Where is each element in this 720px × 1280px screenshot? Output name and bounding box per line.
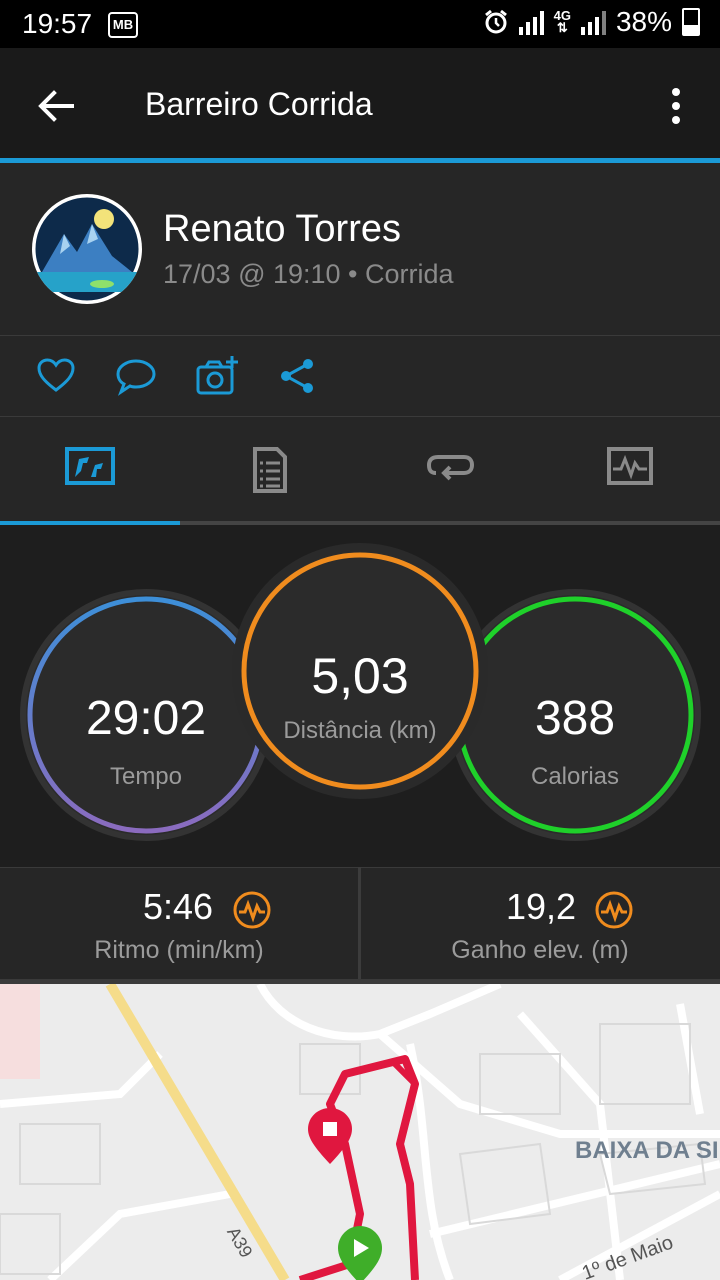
elevation-value: 19,2	[506, 886, 577, 927]
signal-icon-2	[580, 9, 606, 35]
status-time: 19:57	[22, 8, 93, 39]
tab-graphs[interactable]	[540, 417, 720, 525]
activity-header: Renato Torres 17/03 @ 19:10 • Corrida	[0, 163, 720, 336]
route-map[interactable]: A39 BAIXA DA SI 1º de Maio	[0, 984, 720, 1280]
overview-icon	[65, 447, 115, 485]
add-photo-icon[interactable]	[196, 356, 238, 396]
heart-icon[interactable]	[36, 356, 76, 396]
elevation-metric[interactable]: 19,2 Ganho elev. (m)	[361, 868, 719, 980]
tab-details[interactable]	[180, 417, 360, 525]
activity-meta: 17/03 @ 19:10 • Corrida	[163, 259, 454, 289]
battery-percent: 38%	[615, 6, 672, 37]
back-arrow-icon[interactable]	[34, 84, 78, 128]
calories-label: Calorias	[530, 763, 620, 790]
signal-icon	[518, 9, 544, 35]
distance-stat: 5,03 Distância (km)	[240, 551, 480, 791]
elevation-chart-icon	[595, 891, 633, 929]
battery-icon	[682, 8, 700, 36]
tab-laps[interactable]	[360, 417, 540, 525]
action-bar	[0, 336, 720, 417]
distance-value: 5,03	[311, 648, 409, 704]
stats-panel: 29:02 Tempo 388 Calorias 5,03 Distância …	[0, 525, 720, 867]
calories-value: 388	[534, 692, 616, 745]
pace-metric[interactable]: 5:46 Ritmo (min/km)	[0, 868, 358, 980]
time-label: Tempo	[109, 763, 183, 790]
pace-value: 5:46	[143, 886, 214, 927]
status-icons: 4G ⇅ 38%	[483, 6, 700, 38]
metrics-divider	[358, 867, 361, 979]
share-icon[interactable]	[278, 356, 318, 396]
details-icon	[253, 447, 287, 493]
avatar[interactable]	[32, 194, 142, 304]
tab-overview[interactable]	[0, 417, 180, 525]
app-bar: Barreiro Corrida	[0, 48, 720, 160]
calories-stat: 388 Calorias	[455, 595, 695, 835]
laps-icon	[426, 455, 474, 481]
comment-icon[interactable]	[116, 356, 156, 396]
map-canvas: A39 BAIXA DA SI 1º de Maio	[0, 984, 720, 1280]
elevation-label: Ganho elev. (m)	[451, 936, 629, 964]
alarm-icon	[484, 9, 507, 34]
pace-label: Ritmo (min/km)	[94, 936, 264, 964]
network-type: 4G ⇅	[553, 8, 571, 35]
time-value: 29:02	[85, 692, 207, 745]
distance-label: Distância (km)	[283, 717, 437, 744]
page-title: Barreiro Corrida	[145, 86, 373, 122]
time-stat: 29:02 Tempo	[26, 595, 266, 835]
user-name: Renato Torres	[163, 208, 401, 250]
area-label: BAIXA DA SI	[575, 1137, 719, 1164]
graph-icon	[607, 447, 653, 485]
tab-bar	[0, 417, 720, 525]
overflow-menu-icon[interactable]	[666, 84, 686, 128]
pace-chart-icon	[233, 891, 271, 929]
carrier-badge: MB	[108, 12, 138, 38]
status-bar: 19:57 MB 4G ⇅ 38%	[0, 0, 720, 48]
